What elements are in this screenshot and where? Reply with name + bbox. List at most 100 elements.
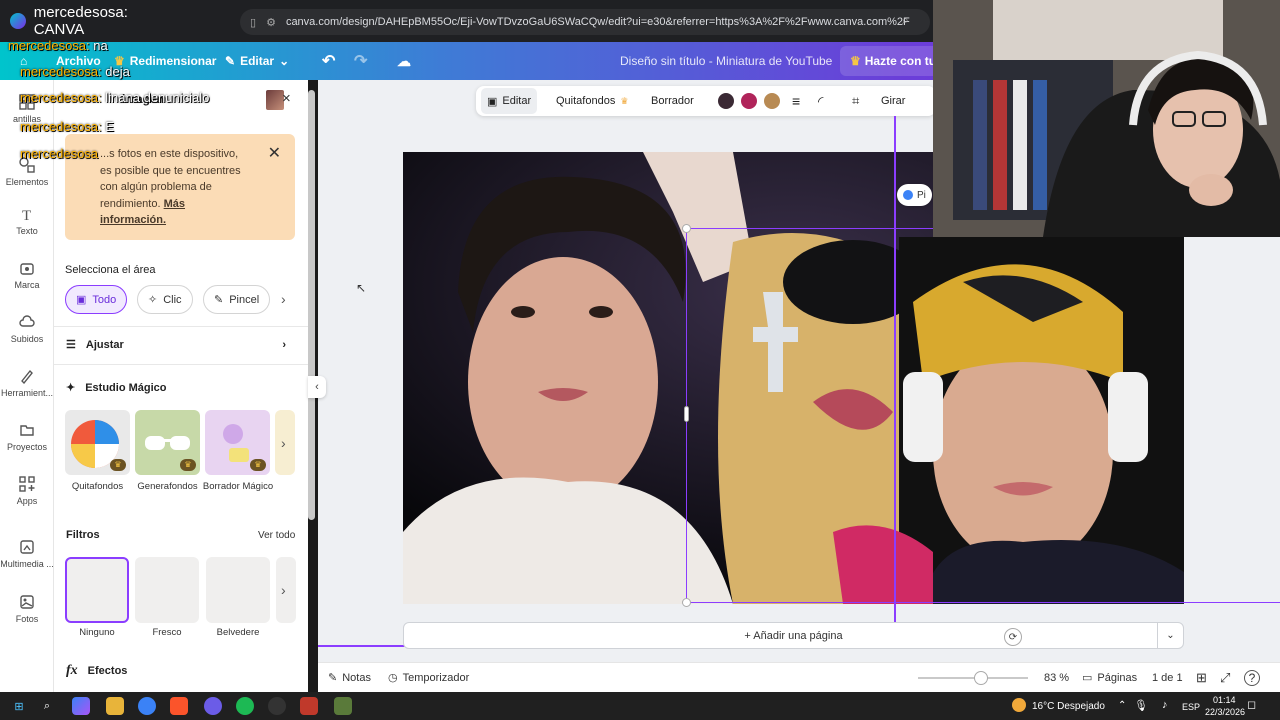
speaker-icon[interactable]: ♪ <box>1162 699 1168 711</box>
close-notice-icon[interactable]: ✕ <box>268 145 281 163</box>
fullscreen-icon[interactable]: ⤢ <box>1220 670 1230 686</box>
adjust-row[interactable]: ☰ Ajustar › <box>66 338 296 352</box>
bg-remover-thumb[interactable]: ♛ <box>65 410 130 475</box>
filter-none[interactable] <box>65 557 129 623</box>
mouse-cursor-icon: ↖ <box>356 281 367 295</box>
edit-image-button[interactable]: ▣ Editar <box>481 88 538 114</box>
rail-item-apps[interactable]: Apps <box>0 476 54 506</box>
corner-rounding-icon[interactable]: ◜ <box>818 88 823 114</box>
magic-dot-icon <box>903 190 913 200</box>
zoom-level[interactable]: 83 % <box>1044 672 1069 684</box>
rail-item-brand[interactable]: Marca <box>0 260 54 290</box>
refresh-icon[interactable]: ⟳ <box>1004 628 1022 646</box>
see-all-link[interactable]: Ver todo <box>258 530 295 541</box>
chevron-down-icon[interactable]: ⌄ <box>1157 623 1183 648</box>
cloud-save-icon[interactable]: ☁ <box>397 53 411 70</box>
clock-time[interactable]: 01:14 <box>1213 695 1236 705</box>
rail-item-media[interactable]: Multimedia ... <box>0 539 54 569</box>
resize-handle[interactable] <box>682 224 691 233</box>
select-click-option[interactable]: ✧ Clic <box>137 285 193 314</box>
brave-icon[interactable] <box>170 697 188 715</box>
help-icon[interactable]: ? <box>1244 669 1260 686</box>
document-title[interactable]: Diseño sin título - Miniatura de YouTube <box>620 54 832 68</box>
chrome-icon[interactable] <box>204 697 222 715</box>
performance-notice: ...s fotos en este dispositivo, es posib… <box>65 134 295 240</box>
copilot-icon[interactable] <box>72 697 90 715</box>
language-indicator[interactable]: ESP <box>1182 702 1200 712</box>
notes-button[interactable]: ✎ Notas <box>328 671 371 685</box>
color-swatch[interactable] <box>764 93 780 109</box>
add-page-button[interactable]: + Añadir una página ⌄ <box>403 622 1184 649</box>
zoom-icon[interactable]: ⌕ <box>902 13 909 28</box>
close-panel-icon[interactable]: × <box>282 90 291 107</box>
crop-icon[interactable]: ⌗ <box>852 88 859 114</box>
filter-belvedere[interactable] <box>206 557 270 623</box>
redo-icon[interactable]: ↷ <box>354 51 367 71</box>
crown-icon: ♛ <box>180 459 196 471</box>
spotify-icon[interactable] <box>236 697 254 715</box>
edit-mode-button[interactable]: ✎ Editar ⌄ <box>225 54 289 68</box>
crown-icon: ♛ <box>850 54 861 68</box>
select-all-option[interactable]: ▣ Todo <box>65 285 128 314</box>
badge[interactable]: Pi <box>897 184 932 206</box>
chevron-right-icon[interactable]: › <box>281 582 286 598</box>
rail-label: Subidos <box>10 334 44 344</box>
pages-label: Páginas <box>1097 671 1138 684</box>
bookmark-icon[interactable]: ▯ <box>250 16 256 29</box>
microphone-icon[interactable]: 🎙 <box>1134 699 1148 712</box>
site-info-icon[interactable]: ⚙ <box>266 16 276 29</box>
chevron-right-icon[interactable]: › <box>281 435 286 451</box>
obs-icon[interactable] <box>268 697 286 715</box>
file-explorer-icon[interactable] <box>106 697 124 715</box>
border-style-icon[interactable]: ≡ <box>792 88 800 114</box>
grid-view-icon[interactable]: ⊞ <box>1196 670 1207 686</box>
rail-item-projects[interactable]: Proyectos <box>0 422 54 452</box>
select-brush-option[interactable]: ✎ Pincel <box>203 285 271 314</box>
resize-handle[interactable] <box>682 598 691 607</box>
app-icon[interactable] <box>334 697 352 715</box>
clock-date[interactable]: 22/3/2026 <box>1205 707 1245 717</box>
app-icon[interactable] <box>300 697 318 715</box>
timer-button[interactable]: ◷ Temporizador <box>388 671 469 685</box>
collapse-panel-button[interactable]: ‹ <box>308 376 326 398</box>
magic-eraser-thumb[interactable]: ♛ <box>205 410 270 475</box>
edge-icon[interactable] <box>138 697 156 715</box>
rail-item-photos[interactable]: Fotos <box>0 594 54 624</box>
text-icon: T <box>22 208 31 222</box>
bg-generator-thumb[interactable]: ♛ <box>135 410 200 475</box>
effects-label: Efectos <box>87 665 128 677</box>
zoom-slider[interactable] <box>918 677 1028 679</box>
filter-fresco[interactable] <box>135 557 199 623</box>
filters-label: Filtros <box>66 529 100 541</box>
magic-studio-label: Estudio Mágico <box>85 381 167 394</box>
rail-label: Multimedia ... <box>0 559 54 569</box>
rotate-label: Girar <box>881 95 906 107</box>
eraser-label: Borrador <box>651 95 694 107</box>
color-swatch[interactable] <box>718 93 734 109</box>
zoom-slider-thumb[interactable] <box>974 671 988 685</box>
search-icon[interactable]: ⌕ <box>38 697 56 715</box>
weather-text[interactable]: 16°C Despejado <box>1032 701 1105 712</box>
rail-item-tools[interactable]: Herramient... <box>0 368 54 398</box>
rail-item-elements[interactable]: Elementos <box>0 157 54 187</box>
eraser-button[interactable]: Borrador <box>651 88 694 114</box>
notes-label: Notas <box>342 671 371 684</box>
chevron-right-icon[interactable]: › <box>281 291 286 307</box>
address-bar[interactable]: ▯ ⚙ canva.com/design/DAHEpBM55Oc/Eji-Vow… <box>240 9 930 35</box>
windows-start-icon[interactable]: ⊞ <box>10 697 28 715</box>
undo-icon[interactable]: ↶ <box>322 51 335 71</box>
chat-user: mercedesosa <box>8 38 87 53</box>
resize-handle[interactable] <box>684 406 689 422</box>
color-swatch[interactable] <box>741 93 757 109</box>
cloud-upload-icon <box>19 315 35 327</box>
panel-scrollbar[interactable] <box>308 90 315 520</box>
pages-button[interactable]: ▭ Páginas <box>1082 671 1138 685</box>
tray-chevron-icon[interactable]: ⌃ <box>1118 700 1126 711</box>
remove-bg-button[interactable]: Quitafondos ♛ <box>556 88 628 114</box>
filter-more[interactable] <box>276 557 296 623</box>
rail-item-text[interactable]: T Texto <box>0 206 54 236</box>
notifications-icon[interactable]: ◻ <box>1247 698 1256 711</box>
rail-item-uploads[interactable]: Subidos <box>0 314 54 344</box>
browser-tab[interactable]: mercedesosa: CANVA <box>0 0 180 42</box>
rotate-button[interactable]: Girar <box>881 88 905 114</box>
